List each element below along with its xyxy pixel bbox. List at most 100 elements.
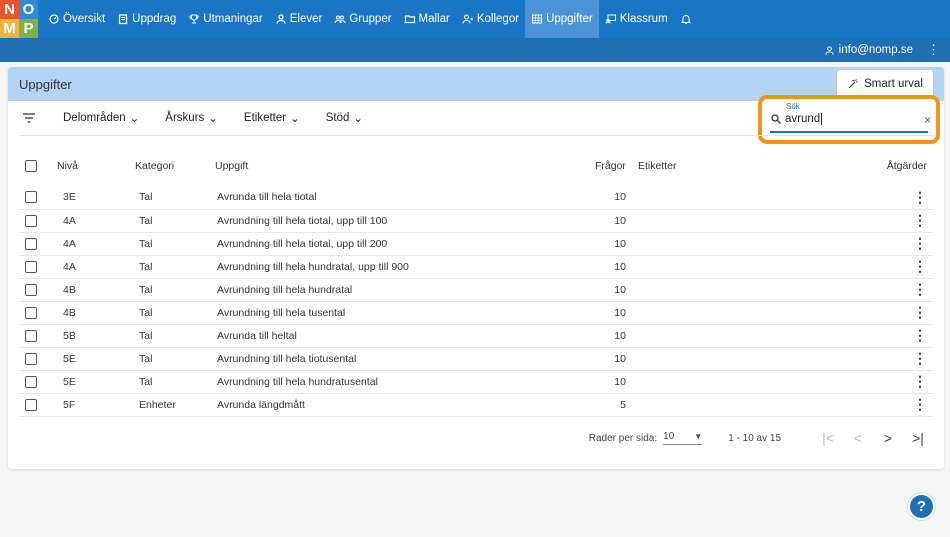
user-menu-icon[interactable]: ⋮ <box>927 42 940 58</box>
row-menu-icon[interactable]: ⋮ <box>913 212 927 228</box>
previous-page-button[interactable]: < <box>843 430 873 446</box>
smart-selection-label: Smart urval <box>864 78 923 90</box>
cell-task[interactable]: Avrunda längdmått <box>215 393 595 417</box>
header-task[interactable]: Uppgift <box>215 136 595 186</box>
row-menu-icon[interactable]: ⋮ <box>913 304 927 320</box>
row-menu-icon[interactable]: ⋮ <box>913 189 927 205</box>
filter-delomraden[interactable]: Delområden ⌄ <box>63 111 139 125</box>
row-menu-icon[interactable]: ⋮ <box>913 396 927 412</box>
filter-label: Etiketter <box>243 112 287 124</box>
cell-questions: 10 <box>595 324 638 348</box>
cell-task[interactable]: Avrundning till hela tiotusental <box>215 347 595 371</box>
cell-task[interactable]: Avrundning till hela hundratal <box>215 278 595 302</box>
row-checkbox[interactable] <box>25 260 37 273</box>
classroom-icon <box>605 14 616 24</box>
nav-item-uppdrag[interactable]: Uppdrag <box>111 0 182 38</box>
row-actions-cell: ⋮ <box>867 255 933 279</box>
table-row[interactable]: 4B Tal Avrundning till hela hundratal 10 ⋮ <box>19 278 933 302</box>
notifications-bell[interactable] <box>674 13 698 25</box>
grid-icon <box>532 14 543 24</box>
row-menu-icon[interactable]: ⋮ <box>913 235 927 251</box>
cell-tags <box>637 370 868 394</box>
nomp-logo[interactable]: N O M P <box>0 0 38 38</box>
row-actions-cell: ⋮ <box>867 370 933 394</box>
row-checkbox[interactable] <box>25 375 37 388</box>
select-all-cell <box>19 136 55 186</box>
filter-arskurs[interactable]: Årskurs ⌄ <box>165 111 218 125</box>
table-row[interactable]: 5E Tal Avrundning till hela hundratusental… <box>19 370 933 394</box>
table-row[interactable]: 4A Tal Avrundning till hela tiotal, upp ti… <box>19 209 933 233</box>
cell-task[interactable]: Avrundning till hela tiotal, upp till 10… <box>215 209 595 233</box>
nav-item-översikt[interactable]: Översikt <box>42 0 111 38</box>
search-input[interactable]: avrund <box>785 113 823 125</box>
row-checkbox[interactable] <box>25 306 37 319</box>
pagination-range: 1 - 10 av 15 <box>728 432 781 444</box>
cell-tags <box>637 209 868 233</box>
user-email[interactable]: info@nomp.se <box>839 44 913 56</box>
header-level[interactable]: Nivå <box>55 136 135 186</box>
row-menu-icon[interactable]: ⋮ <box>913 258 927 274</box>
trophy-icon <box>189 14 199 24</box>
rows-per-page-select[interactable]: 10 ▼ <box>663 431 703 445</box>
nav-item-elever[interactable]: Elever <box>269 0 329 38</box>
table-row[interactable]: 5E Tal Avrundning till hela tiotusental 10 ⋮ <box>19 347 933 371</box>
row-checkbox-cell <box>19 347 55 371</box>
cell-task[interactable]: Avrundning till hela tusental <box>215 301 595 325</box>
rows-per-page-value: 10 <box>663 431 675 442</box>
chevron-down-icon: ⌄ <box>208 113 218 125</box>
nav-item-label: Uppdrag <box>132 13 177 25</box>
filter-etiketter[interactable]: Etiketter ⌄ <box>244 111 300 125</box>
cell-level: 3E <box>55 186 135 210</box>
last-page-button[interactable]: >| <box>903 430 933 446</box>
folder-icon <box>404 15 415 24</box>
row-menu-icon[interactable]: ⋮ <box>913 281 927 297</box>
row-menu-icon[interactable]: ⋮ <box>913 327 927 343</box>
cell-questions: 10 <box>595 255 638 279</box>
cell-category: Tal <box>135 347 215 371</box>
filter-stod[interactable]: Stöd ⌄ <box>326 111 363 125</box>
row-menu-icon[interactable]: ⋮ <box>913 373 927 389</box>
magic-wand-icon <box>848 79 858 89</box>
row-checkbox[interactable] <box>25 352 37 365</box>
row-checkbox[interactable] <box>25 214 37 227</box>
table-row[interactable]: 4B Tal Avrundning till hela tusental 10 ⋮ <box>19 301 933 325</box>
clear-search-icon[interactable]: × <box>924 113 931 127</box>
cell-task[interactable]: Avrundning till hela hundratusental <box>215 370 595 394</box>
search-underline <box>770 131 928 133</box>
cell-tags <box>637 347 868 371</box>
row-menu-icon[interactable]: ⋮ <box>913 350 927 366</box>
tasks-card: Uppgifter Smart urval Delområden ⌄ Årskur… <box>8 67 944 469</box>
row-checkbox[interactable] <box>25 283 37 296</box>
cell-task[interactable]: Avrunda till hela tiotal <box>215 186 595 210</box>
row-checkbox[interactable] <box>25 237 37 250</box>
nav-item-uppgifter[interactable]: Uppgifter <box>525 0 599 38</box>
nav-item-label: Kollegor <box>476 13 520 25</box>
nav-item-utmaningar[interactable]: Utmaningar <box>182 0 268 38</box>
nav-item-klassrum[interactable]: Klassrum <box>599 0 674 38</box>
header-questions[interactable]: Frågor <box>595 136 638 186</box>
row-checkbox[interactable] <box>25 398 37 411</box>
table-row[interactable]: 5F Enheter Avrunda längdmått 5 ⋮ <box>19 393 933 417</box>
row-checkbox[interactable] <box>25 191 37 204</box>
nav-item-mallar[interactable]: Mallar <box>398 0 456 38</box>
help-button[interactable]: ? <box>908 493 935 520</box>
table-row[interactable]: 4A Tal Avrundning till hela hundratal, upp… <box>19 255 933 279</box>
table-row[interactable]: 4A Tal Avrundning till hela tiotal, upp ti… <box>19 232 933 256</box>
select-all-checkbox[interactable] <box>25 160 37 173</box>
table-row[interactable]: 3E Tal Avrunda till hela tiotal 10 ⋮ <box>19 186 933 210</box>
filter-icon[interactable] <box>21 110 37 126</box>
next-page-button[interactable]: > <box>873 430 903 446</box>
row-actions-cell: ⋮ <box>867 232 933 256</box>
cell-category: Enheter <box>135 393 215 417</box>
cell-task[interactable]: Avrundning till hela tiotal, upp till 20… <box>215 232 595 256</box>
cell-task[interactable]: Avrundning till hela hundratal, upp till… <box>215 255 595 279</box>
cell-task[interactable]: Avrunda till heltal <box>215 324 595 348</box>
nav-item-grupper[interactable]: Grupper <box>328 0 397 38</box>
nav-item-kollegor[interactable]: Kollegor <box>456 0 525 38</box>
first-page-button[interactable]: |< <box>813 430 843 446</box>
header-category[interactable]: Kategori <box>135 136 215 186</box>
nav-item-label: Utmaningar <box>203 13 263 25</box>
table-row[interactable]: 5B Tal Avrunda till heltal 10 ⋮ <box>19 324 933 348</box>
row-checkbox[interactable] <box>25 329 37 342</box>
colleagues-icon <box>462 14 473 24</box>
